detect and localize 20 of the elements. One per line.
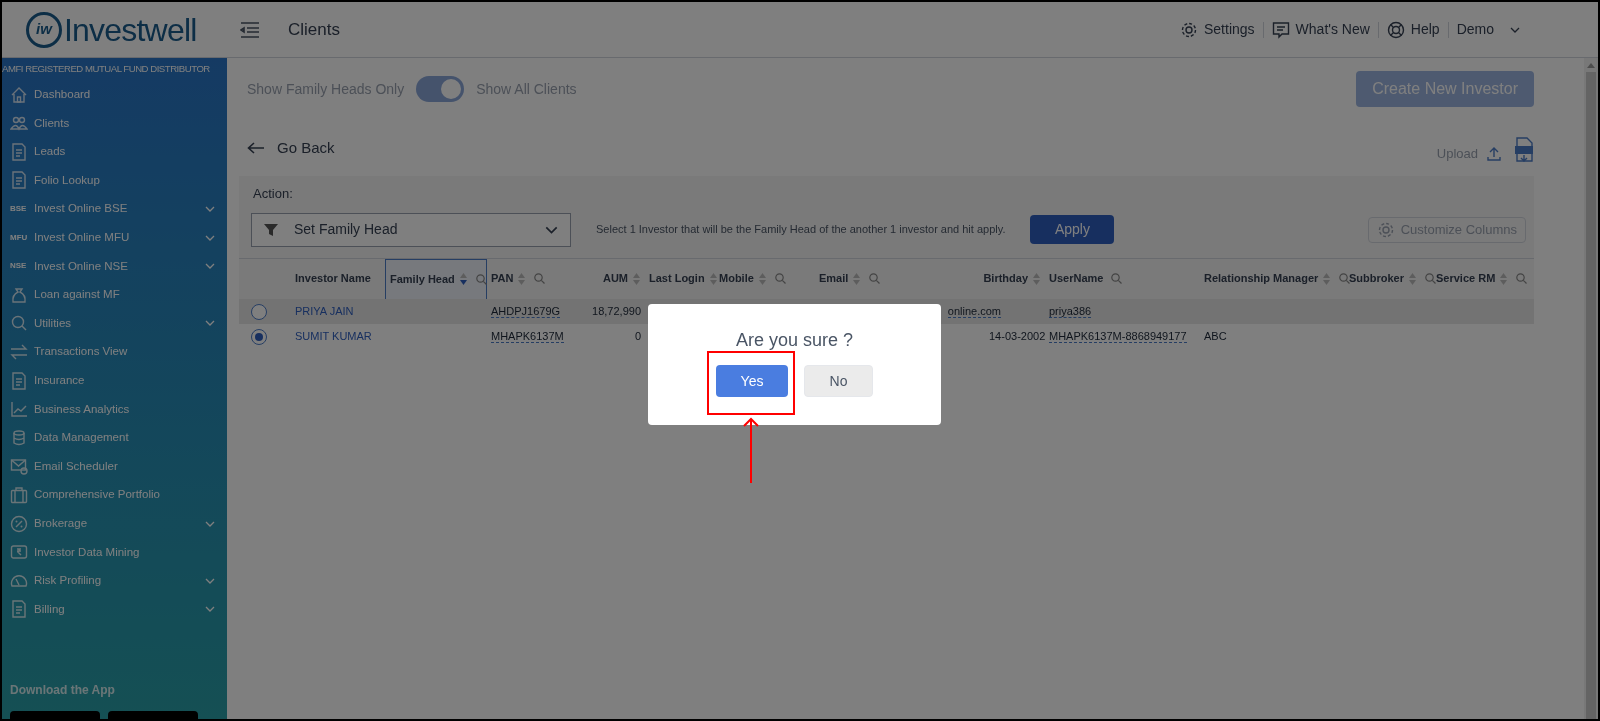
menu-icon-label: NSE [10, 260, 28, 273]
menu-icon-label: BSE [10, 203, 28, 216]
dialog-title: Are you sure ? [735, 329, 854, 352]
sidebar-tagline: AMFI REGISTERED MUTUAL FUND DISTRIBUTOR [2, 62, 211, 76]
table-cell: 18,72,990 [592, 304, 641, 317]
download-title: Download the App [9, 682, 116, 699]
table-cell: priya386 [1049, 304, 1092, 318]
table-cell: AHDPJ1679G [491, 304, 561, 318]
logo-mark: iw [26, 11, 62, 48]
table-cell: 0 [634, 329, 641, 342]
table-cell: online.com [947, 304, 1001, 318]
page-title: Clients [288, 18, 340, 41]
action-hint: Select 1 Investor that will be the Family Head of the another 1 investor and hit apply. [596, 222, 1006, 238]
action-label: Action: [252, 185, 294, 203]
logo-text: Investwell [64, 13, 197, 46]
table-cell: MHAPK6137M [491, 329, 564, 343]
table-cell: 14-03-2002 [989, 329, 1046, 342]
table-cell: ABC [1204, 329, 1227, 342]
table-cell: MHAPK6137M-8868949177 [1049, 329, 1187, 343]
menu-icon-label: MFU [10, 231, 28, 244]
